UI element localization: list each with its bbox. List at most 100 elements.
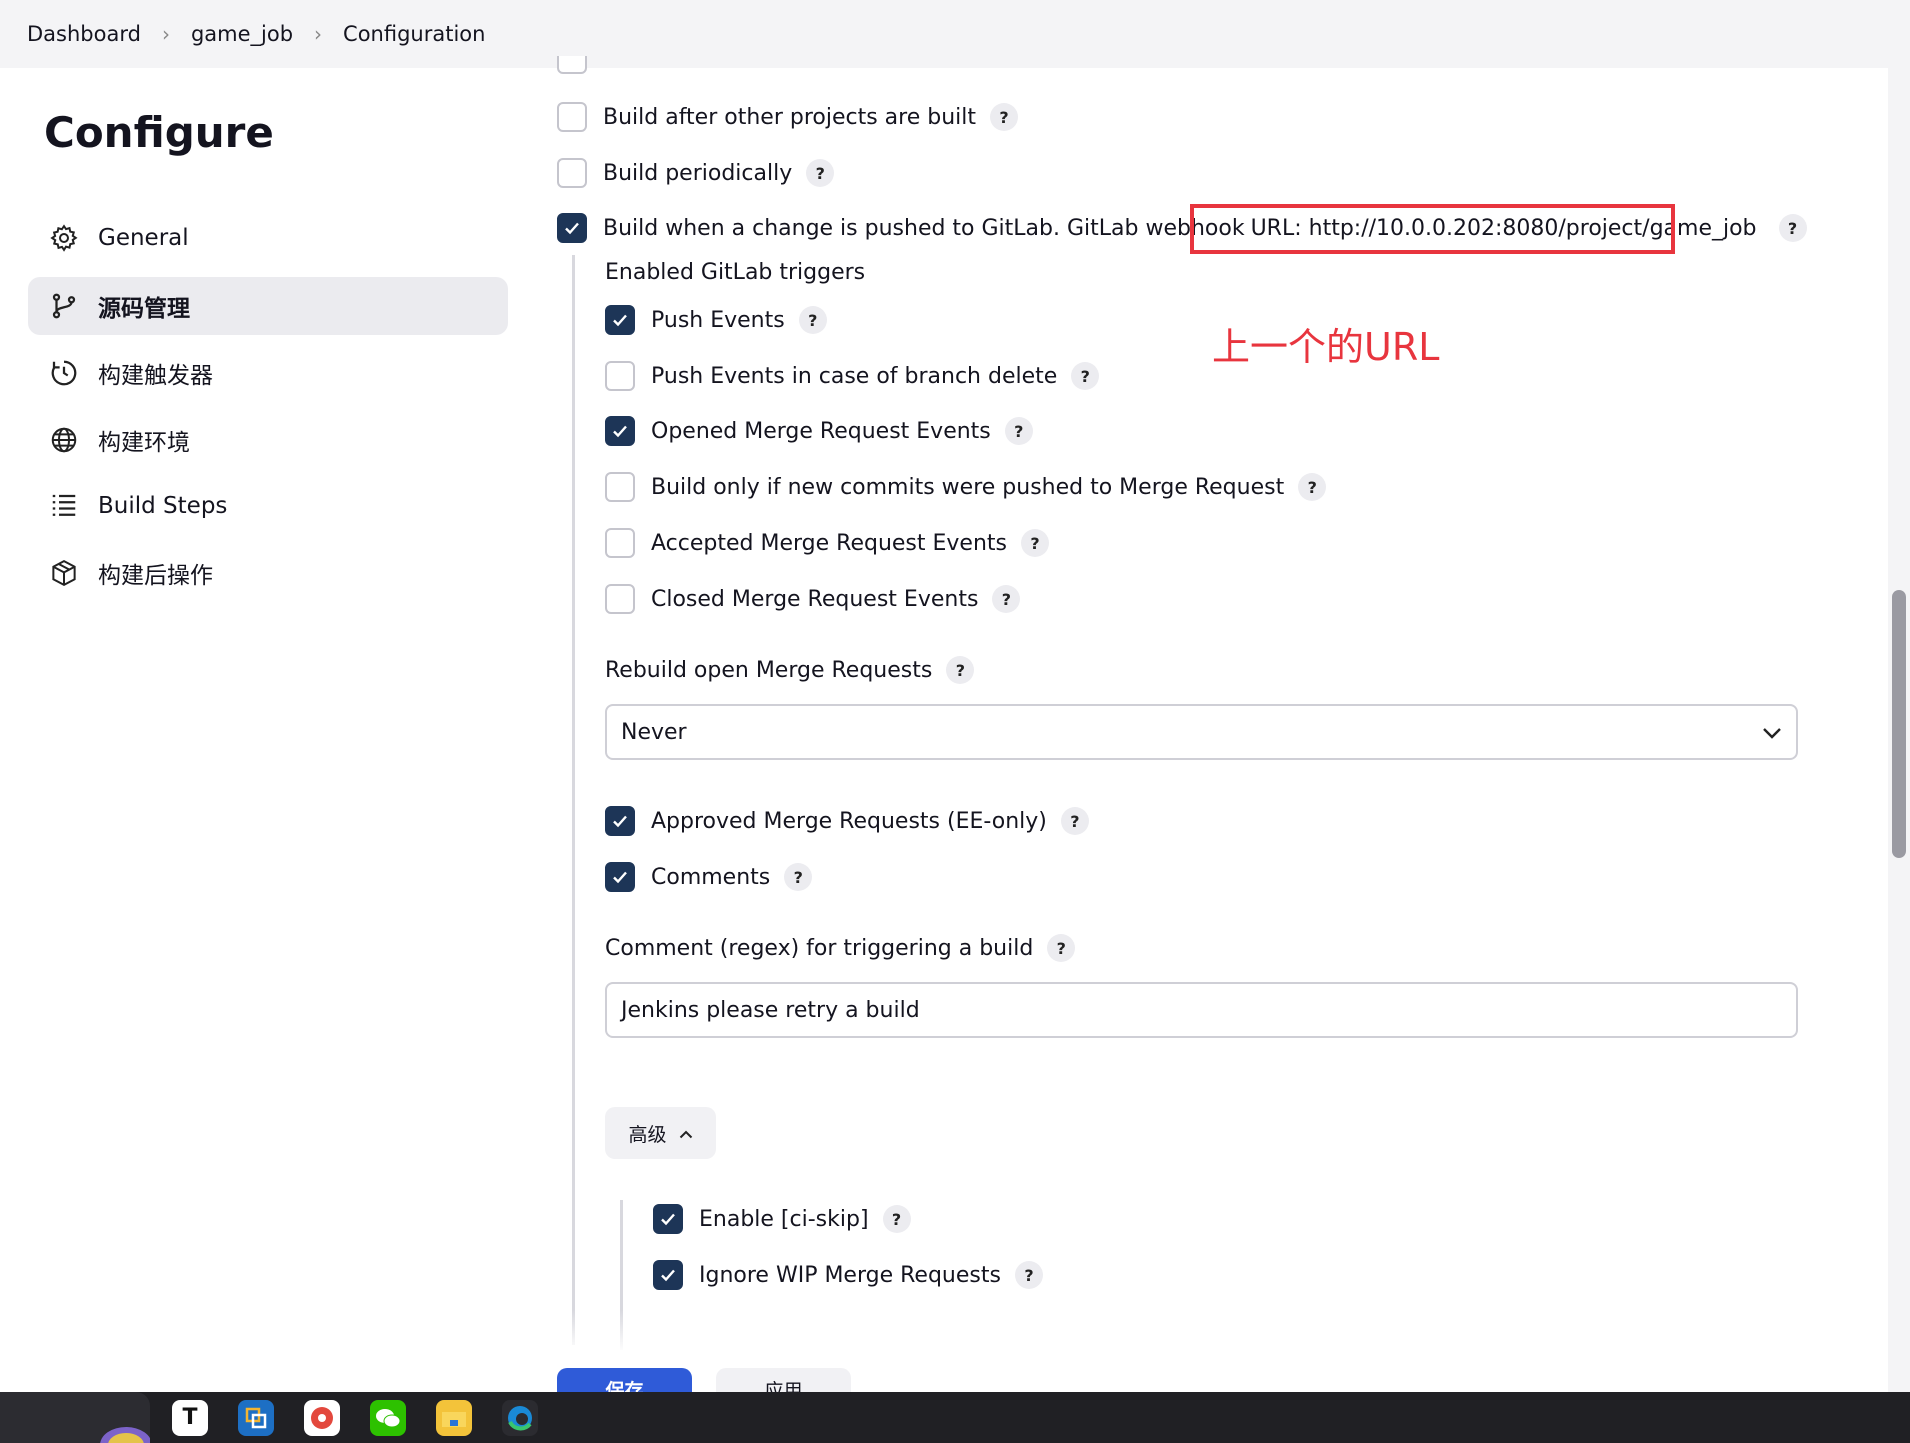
closed-mr-row: Closed Merge Request Events ? bbox=[605, 579, 1021, 619]
check-icon bbox=[613, 314, 627, 327]
ignore-wip-label: Ignore WIP Merge Requests bbox=[699, 1262, 1001, 1288]
package-icon bbox=[48, 557, 80, 589]
comments-checkbox[interactable] bbox=[605, 862, 635, 892]
folder-icon[interactable] bbox=[436, 1399, 472, 1436]
weather-icon bbox=[100, 1427, 150, 1443]
check-icon bbox=[613, 871, 627, 884]
scrollbar-thumb[interactable] bbox=[1892, 590, 1906, 858]
breadcrumb-dashboard[interactable]: Dashboard bbox=[27, 22, 141, 46]
ignore-wip-row: Ignore WIP Merge Requests ? bbox=[653, 1255, 1043, 1295]
gear-icon bbox=[48, 222, 80, 254]
help-icon[interactable]: ? bbox=[1014, 1261, 1043, 1289]
page-title: Configure bbox=[44, 108, 274, 157]
sidebar-item-label: 源码管理 bbox=[98, 296, 190, 322]
build-after-other-row: Build after other projects are built ? bbox=[557, 97, 1019, 137]
opened-mr-label: Opened Merge Request Events bbox=[651, 418, 991, 444]
help-icon[interactable]: ? bbox=[882, 1205, 911, 1233]
check-icon bbox=[613, 425, 627, 438]
check-icon bbox=[661, 1269, 675, 1282]
breadcrumb-game-job[interactable]: game_job bbox=[191, 22, 293, 46]
build-periodically-checkbox[interactable] bbox=[557, 158, 587, 188]
content-fade bbox=[560, 1310, 1888, 1350]
clock-icon bbox=[48, 357, 80, 389]
check-icon bbox=[565, 222, 579, 235]
enabled-triggers-heading: Enabled GitLab triggers bbox=[605, 260, 866, 285]
help-icon[interactable]: ? bbox=[1298, 473, 1327, 501]
hidden-checkbox[interactable] bbox=[557, 56, 587, 76]
push-events-checkbox[interactable] bbox=[605, 305, 635, 335]
push-events-row: Push Events ? bbox=[605, 300, 827, 340]
help-icon[interactable]: ? bbox=[1047, 934, 1076, 962]
sidebar-item-build-steps[interactable]: Build Steps bbox=[28, 477, 508, 535]
taskbar: T bbox=[0, 1392, 1910, 1443]
help-icon[interactable]: ? bbox=[806, 159, 835, 187]
wechat-icon[interactable] bbox=[370, 1399, 406, 1436]
chevron-right-icon: › bbox=[314, 22, 323, 46]
comment-regex-value: Jenkins please retry a build bbox=[621, 997, 920, 1023]
url-highlight-box bbox=[1190, 204, 1675, 254]
browser-icon[interactable] bbox=[304, 1399, 340, 1436]
opened-mr-checkbox[interactable] bbox=[605, 416, 635, 446]
breadcrumb-configuration[interactable]: Configuration bbox=[343, 22, 485, 46]
help-icon[interactable]: ? bbox=[992, 585, 1021, 613]
help-icon[interactable]: ? bbox=[990, 103, 1019, 131]
comment-regex-label: Comment (regex) for triggering a build bbox=[605, 935, 1034, 961]
gitlab-trigger-checkbox[interactable] bbox=[557, 213, 587, 243]
chevron-down-icon bbox=[1762, 720, 1782, 745]
advanced-label: 高级 bbox=[628, 1123, 667, 1146]
build-after-other-checkbox[interactable] bbox=[557, 102, 587, 132]
sidebar-item-build-environment[interactable]: 构建环境 bbox=[28, 411, 508, 469]
ignore-wip-checkbox[interactable] bbox=[653, 1260, 683, 1290]
check-icon bbox=[661, 1213, 675, 1226]
sidebar-item-post-build[interactable]: 构建后操作 bbox=[28, 544, 508, 602]
closed-mr-label: Closed Merge Request Events bbox=[651, 586, 979, 612]
build-periodically-row: Build periodically ? bbox=[557, 153, 835, 193]
section-divider bbox=[572, 255, 575, 1345]
accepted-mr-label: Accepted Merge Request Events bbox=[651, 530, 1007, 556]
approved-mr-label: Approved Merge Requests (EE-only) bbox=[651, 808, 1047, 834]
check-icon bbox=[613, 815, 627, 828]
advanced-toggle-button[interactable]: 高级 bbox=[605, 1107, 716, 1159]
rebuild-open-mr-select[interactable]: Never bbox=[605, 704, 1798, 760]
comments-row: Comments ? bbox=[605, 857, 813, 897]
build-after-other-label: Build after other projects are built bbox=[603, 104, 977, 130]
accepted-mr-checkbox[interactable] bbox=[605, 528, 635, 558]
help-icon[interactable]: ? bbox=[1071, 362, 1100, 390]
rebuild-open-mr-value: Never bbox=[621, 719, 687, 745]
sidebar-item-label: 构建后操作 bbox=[98, 563, 213, 589]
comment-regex-input[interactable]: Jenkins please retry a build bbox=[605, 982, 1798, 1038]
sidebar-item-source-management[interactable]: 源码管理 bbox=[28, 277, 508, 335]
help-icon[interactable]: ? bbox=[784, 863, 813, 891]
sidebar-item-general[interactable]: General bbox=[28, 209, 508, 267]
approved-mr-checkbox[interactable] bbox=[605, 806, 635, 836]
sidebar-item-label: 构建触发器 bbox=[98, 363, 213, 389]
comments-label: Comments bbox=[651, 864, 771, 890]
rebuild-open-mr-label: Rebuild open Merge Requests bbox=[605, 657, 933, 683]
gitlab-trigger-text: Build when a change is pushed to GitLab.… bbox=[603, 215, 1245, 241]
typora-icon[interactable]: T bbox=[172, 1399, 208, 1436]
help-icon[interactable]: ? bbox=[1021, 529, 1049, 557]
build-only-new-commits-checkbox[interactable] bbox=[605, 472, 635, 502]
ci-skip-checkbox[interactable] bbox=[653, 1204, 683, 1234]
ci-skip-row: Enable [ci-skip] ? bbox=[653, 1199, 911, 1239]
sidebar-item-build-triggers[interactable]: 构建触发器 bbox=[28, 344, 508, 402]
chevron-right-icon: › bbox=[161, 22, 170, 46]
accepted-mr-row: Accepted Merge Request Events ? bbox=[605, 523, 1049, 563]
widgets-button[interactable] bbox=[0, 1392, 150, 1443]
opened-mr-row: Opened Merge Request Events ? bbox=[605, 411, 1033, 451]
push-branch-delete-label: Push Events in case of branch delete bbox=[651, 363, 1058, 389]
build-only-new-commits-label: Build only if new commits were pushed to… bbox=[651, 474, 1285, 500]
push-branch-delete-checkbox[interactable] bbox=[605, 361, 635, 391]
help-icon[interactable]: ? bbox=[798, 306, 827, 334]
help-icon[interactable]: ? bbox=[1778, 214, 1807, 242]
closed-mr-checkbox[interactable] bbox=[605, 584, 635, 614]
edge-icon[interactable] bbox=[502, 1399, 538, 1436]
help-icon[interactable]: ? bbox=[1004, 417, 1033, 445]
list-icon bbox=[48, 490, 80, 522]
remote-desktop-icon[interactable] bbox=[238, 1399, 274, 1436]
push-branch-delete-row: Push Events in case of branch delete ? bbox=[605, 356, 1100, 396]
chevron-up-icon bbox=[679, 1122, 693, 1144]
help-icon[interactable]: ? bbox=[1060, 807, 1089, 835]
help-icon[interactable]: ? bbox=[946, 656, 975, 684]
sidebar-item-label: 构建环境 bbox=[98, 430, 190, 456]
